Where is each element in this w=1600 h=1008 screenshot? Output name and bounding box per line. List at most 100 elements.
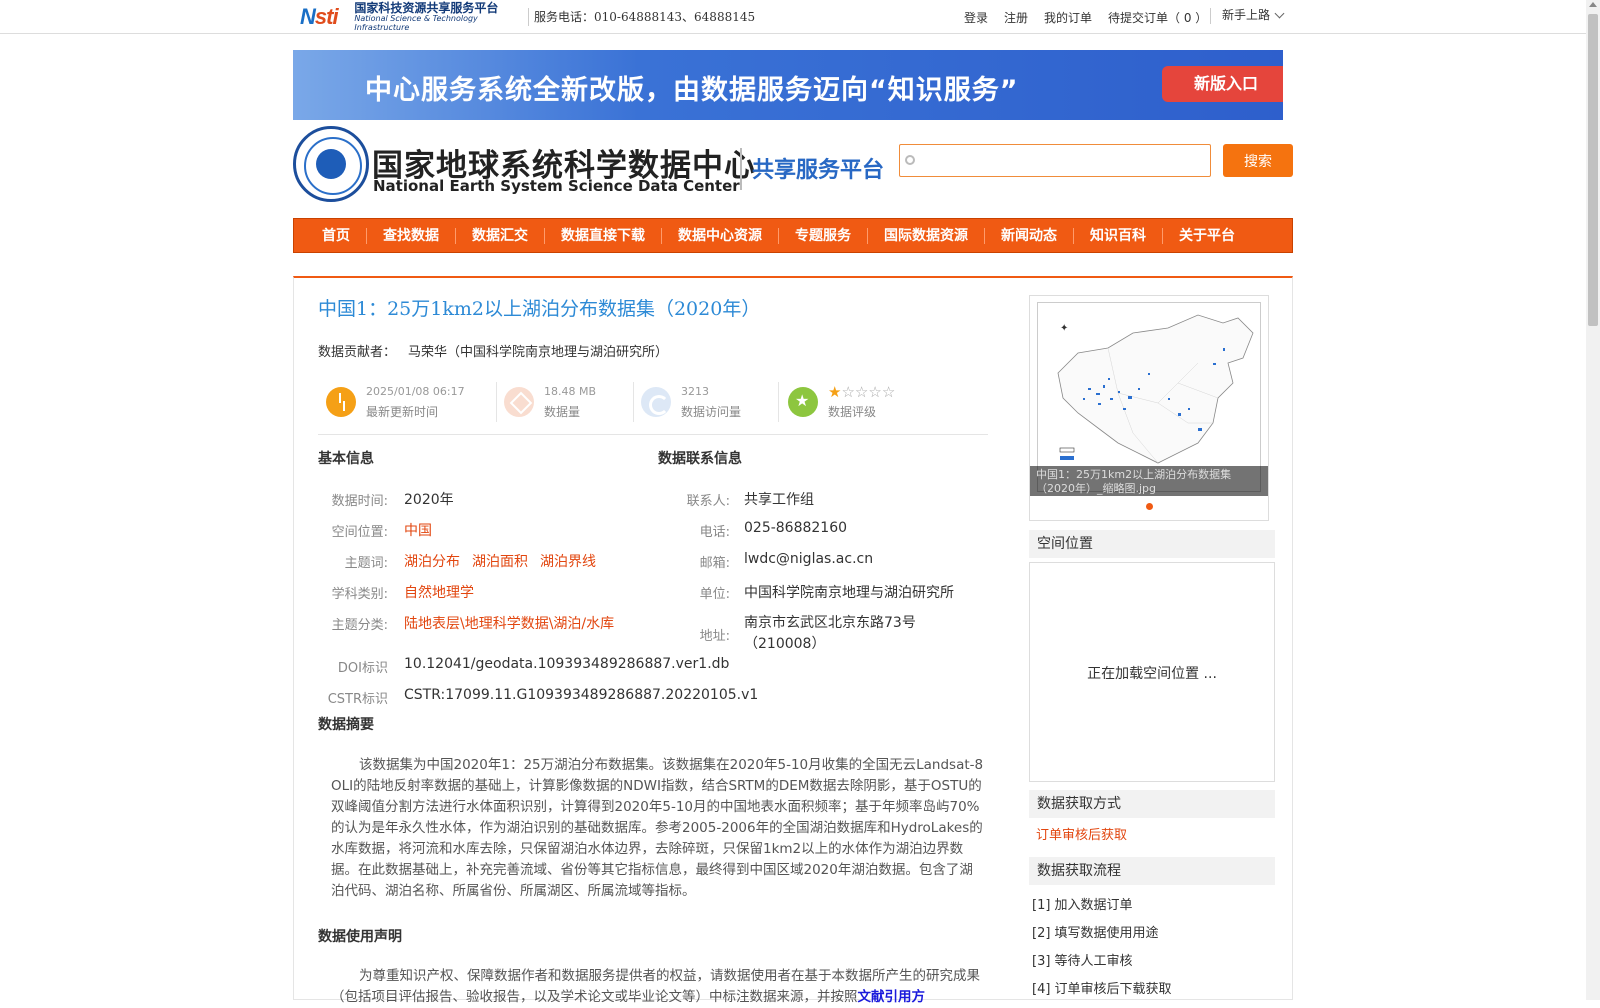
discipline-link[interactable]: 自然地理学 — [404, 582, 474, 602]
rating-label: 数据评级 — [828, 405, 877, 419]
spatial-map[interactable]: 正在加载空间位置 ... — [1029, 562, 1275, 782]
register-link[interactable]: 注册 — [1004, 9, 1028, 26]
keyword-link[interactable]: 湖泊分布 — [404, 554, 460, 570]
nsti-logo-en: National Science & Technology Infrastruc… — [354, 13, 478, 32]
divider — [528, 8, 529, 26]
unit-value: 中国科学院南京地理与湖泊研究所 — [744, 585, 954, 601]
visits-value: 3213 — [681, 385, 709, 398]
service-phone: 服务电话：010-64888143、64888145 — [534, 10, 756, 24]
person-value: 共享工作组 — [744, 492, 814, 508]
star-empty-icon: ☆ — [854, 383, 869, 401]
flow-heading: 数据获取流程 — [1029, 857, 1275, 885]
keywords-label: 主题词: — [344, 556, 388, 571]
discipline-label: 学科类别: — [331, 587, 388, 602]
search-icon — [905, 155, 915, 165]
doi-label: DOI标识 — [337, 661, 388, 676]
compass-icon: ✦ — [1060, 323, 1068, 334]
unit-label: 单位: — [699, 587, 730, 602]
nsti-logo[interactable]: Nsti 国家科技资源共享服务平台 National Science & Tec… — [300, 0, 524, 32]
phone-label: 电话: — [699, 525, 730, 540]
newbie-dropdown[interactable]: 新手上路 — [1222, 6, 1285, 23]
nav-item-topic-services[interactable]: 专题服务 — [779, 227, 868, 244]
my-orders-link[interactable]: 我的订单 — [1044, 9, 1092, 26]
scroll-up-arrow-icon[interactable] — [1589, 2, 1597, 7]
clock-icon — [326, 387, 356, 417]
access-method-link[interactable]: 订单审核后获取 — [1036, 824, 1127, 843]
space-label: 空间位置: — [331, 525, 388, 540]
time-label: 数据时间: — [331, 494, 388, 509]
keywords: 湖泊分布 湖泊面积 湖泊界线 — [404, 551, 608, 571]
citation-link[interactable]: 文献引用方 — [858, 989, 926, 1005]
nav-item-find-data[interactable]: 查找数据 — [367, 227, 456, 244]
vertical-scrollbar[interactable] — [1586, 0, 1600, 1000]
thumbnail-map-image[interactable]: ✦ — [1037, 302, 1261, 492]
email-label: 邮箱: — [699, 556, 730, 571]
search-input[interactable] — [899, 144, 1211, 177]
keyword-link[interactable]: 湖泊界线 — [540, 554, 596, 570]
divider — [1210, 8, 1211, 24]
new-version-button[interactable]: 新版入口 — [1162, 66, 1283, 102]
keyword-link[interactable]: 湖泊面积 — [472, 554, 528, 570]
stat-update-time: 2025/01/08 06:17 最新更新时间 — [326, 380, 465, 424]
flow-step: [2] 填写数据使用用途 — [1032, 926, 1159, 941]
size-label: 数据量 — [544, 405, 581, 419]
data-center-logo[interactable] — [293, 126, 369, 202]
space-link[interactable]: 中国 — [404, 520, 432, 540]
login-link[interactable]: 登录 — [964, 9, 988, 26]
newbie-label: 新手上路 — [1222, 8, 1271, 22]
nav-item-wiki[interactable]: 知识百科 — [1074, 227, 1163, 244]
nav-item-about[interactable]: 关于平台 — [1163, 228, 1251, 244]
access-heading: 数据获取方式 — [1029, 790, 1275, 818]
update-time-label: 最新更新时间 — [366, 405, 439, 419]
pending-orders-link[interactable]: 待提交订单（ 0 ） — [1108, 9, 1207, 26]
contributor-value: 马荣华（中国科学院南京地理与湖泊研究所） — [408, 345, 669, 360]
carousel-dot[interactable] — [1146, 503, 1153, 510]
scrollbar-thumb[interactable] — [1588, 14, 1598, 326]
abstract-text: 该数据集为中国2020年1：25万湖泊分布数据集。该数据集在2020年5-10月… — [331, 757, 984, 899]
flow-step: [1] 加入数据订单 — [1032, 898, 1133, 913]
nav-item-center-resources[interactable]: 数据中心资源 — [662, 227, 779, 244]
thumbnail-carousel: ✦ 中国1：25万1km2以上湖泊分布数据集（2020年）_缩略图.jpg — [1029, 295, 1269, 521]
nsti-logo-cn: 国家科技资源共享服务平台 — [354, 0, 499, 15]
legend-swatch — [1060, 456, 1074, 460]
star-empty-icon: ☆ — [868, 383, 882, 401]
nav-item-news[interactable]: 新闻动态 — [985, 227, 1074, 244]
abstract-heading: 数据摘要 — [318, 717, 374, 733]
update-time-value: 2025/01/08 06:17 — [366, 385, 465, 398]
size-value: 18.48 MB — [544, 385, 597, 398]
banner-text: 中心服务系统全新改版，由数据服务迈向“知识服务” — [365, 75, 1019, 106]
flow-step: [4] 订单审核后下载获取 — [1032, 982, 1172, 997]
site-subtitle: 共享服务平台 — [752, 158, 885, 183]
time-value: 2020年 — [404, 492, 454, 508]
thumbnail-caption: 中国1：25万1km2以上湖泊分布数据集（2020年）_缩略图.jpg — [1030, 466, 1268, 496]
usage-heading: 数据使用声明 — [318, 929, 402, 945]
promo-banner[interactable]: 中心服务系统全新改版，由数据服务迈向“知识服务” 新版入口 — [293, 50, 1283, 120]
nav-item-international[interactable]: 国际数据资源 — [868, 227, 985, 244]
email-value: lwdc@niglas.ac.cn — [744, 551, 874, 567]
china-lake-map-image: ✦ — [1057, 314, 1254, 464]
star-badge-icon — [788, 387, 818, 417]
contact-heading: 数据联系信息 — [658, 451, 742, 467]
doi-value: 10.12041/geodata.109393489286887.ver1.db — [404, 656, 730, 672]
address-value: 南京市玄武区北京东路73号（210008） — [744, 615, 916, 652]
divider — [496, 382, 497, 422]
search-button[interactable]: 搜索 — [1223, 144, 1293, 177]
nav-item-data-submit[interactable]: 数据汇交 — [456, 227, 545, 244]
nav-item-home[interactable]: 首页 — [294, 227, 367, 244]
category-label: 主题分类: — [331, 618, 388, 633]
address-label: 地址: — [699, 629, 730, 644]
china-outline — [1057, 314, 1254, 464]
flow-step: [3] 等待人工审核 — [1032, 954, 1133, 969]
nsti-logo-mark: Nsti — [300, 4, 339, 29]
divider — [633, 382, 634, 422]
stat-visits: 3213 数据访问量 — [641, 380, 741, 424]
rating-stars: ★☆☆☆☆ — [828, 382, 895, 402]
divider — [778, 382, 779, 422]
cstr-value: CSTR:17099.11.G109393489286887.20220105.… — [404, 687, 759, 703]
nav-item-direct-download[interactable]: 数据直接下载 — [545, 227, 662, 244]
star-filled-icon: ★ — [828, 383, 842, 401]
category-link[interactable]: 陆地表层\地理科学数据\湖泊/水库 — [404, 613, 614, 633]
visits-label: 数据访问量 — [681, 405, 742, 419]
pie-chart-icon — [641, 387, 671, 417]
spatial-heading: 空间位置 — [1029, 530, 1275, 558]
